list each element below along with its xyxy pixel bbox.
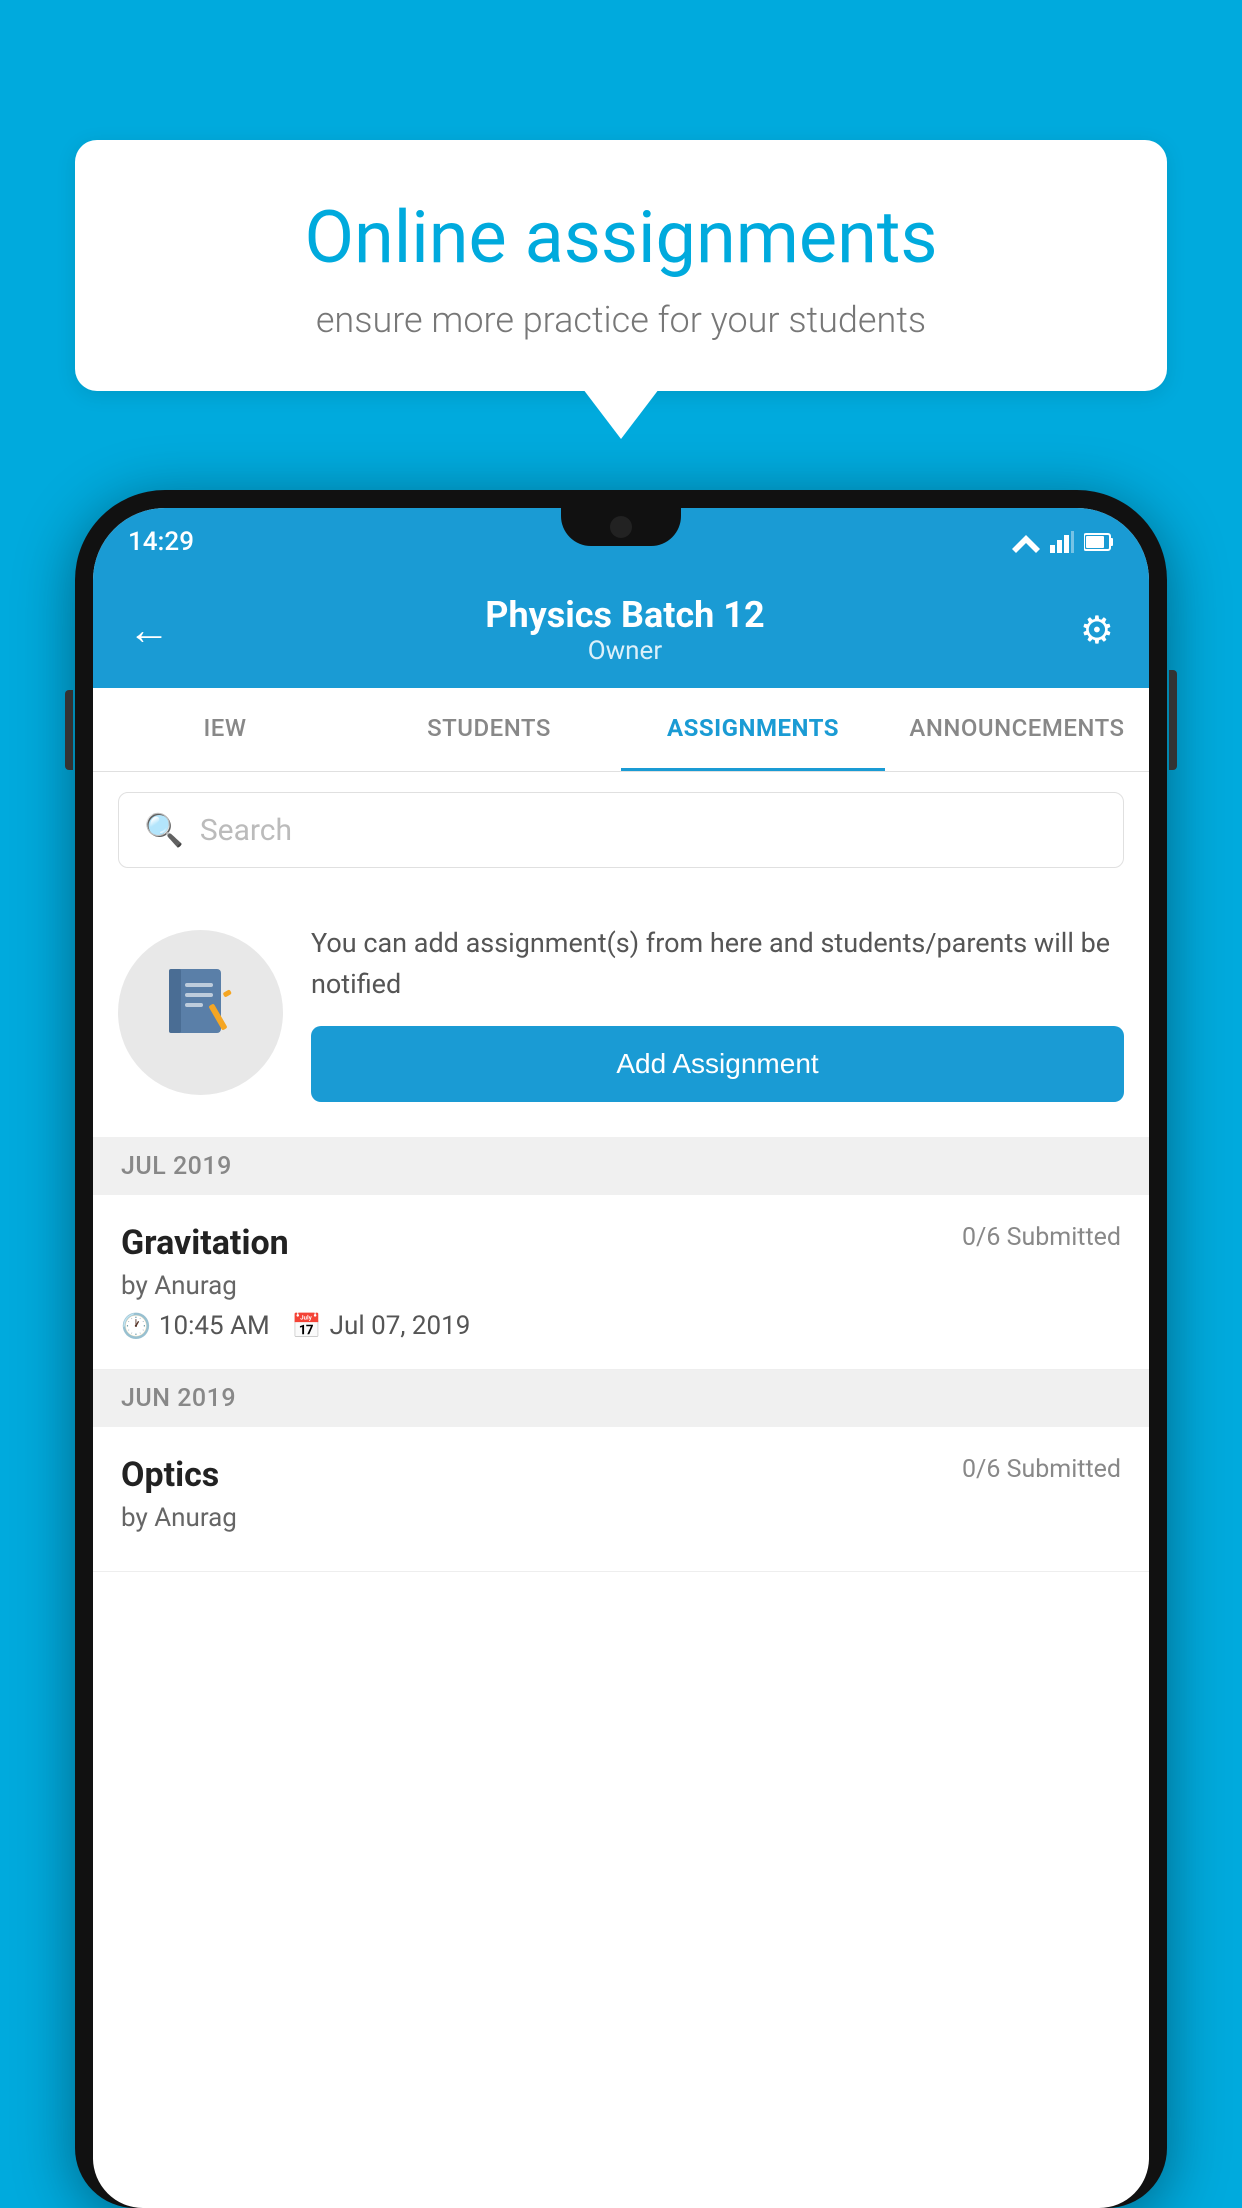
tab-announcements[interactable]: ANNOUNCEMENTS (885, 688, 1149, 771)
promo-content: You can add assignment(s) from here and … (311, 923, 1124, 1102)
assignment-top-optics: Optics 0/6 Submitted (121, 1455, 1121, 1495)
assignment-meta: 🕐 10:45 AM 📅 Jul 07, 2019 (121, 1311, 1121, 1341)
status-time: 14:29 (128, 527, 194, 557)
assignment-title: Gravitation (121, 1223, 289, 1263)
wifi-icon (1012, 531, 1040, 553)
bubble-card: Online assignments ensure more practice … (75, 140, 1167, 391)
status-icons (1012, 531, 1114, 553)
header-subtitle: Owner (485, 636, 764, 666)
promo-section: You can add assignment(s) from here and … (93, 888, 1149, 1138)
search-container: 🔍 Search (93, 772, 1149, 888)
phone-screen: 14:29 ← (93, 508, 1149, 2208)
tab-iew[interactable]: IEW (93, 688, 357, 771)
assignment-submitted: 0/6 Submitted (962, 1223, 1121, 1252)
power-button (1169, 670, 1177, 770)
assignment-date: 📅 Jul 07, 2019 (292, 1311, 471, 1341)
promo-bubble: Online assignments ensure more practice … (75, 140, 1167, 391)
assignment-submitted-optics: 0/6 Submitted (962, 1455, 1121, 1484)
month-divider-jul: JUL 2019 (93, 1138, 1149, 1195)
add-assignment-button[interactable]: Add Assignment (311, 1026, 1124, 1102)
tab-assignments[interactable]: ASSIGNMENTS (621, 688, 885, 771)
clock-icon: 🕐 (121, 1312, 151, 1340)
assignment-time: 🕐 10:45 AM (121, 1311, 270, 1341)
tabs-bar: IEW STUDENTS ASSIGNMENTS ANNOUNCEMENTS (93, 688, 1149, 772)
date-value: Jul 07, 2019 (330, 1311, 471, 1341)
search-bar[interactable]: 🔍 Search (118, 792, 1124, 868)
promo-description: You can add assignment(s) from here and … (311, 923, 1124, 1004)
camera (610, 516, 632, 538)
notch (561, 508, 681, 546)
bubble-title: Online assignments (140, 195, 1102, 281)
search-icon: 🔍 (144, 811, 184, 849)
assignment-icon (161, 963, 241, 1063)
month-divider-jun: JUN 2019 (93, 1370, 1149, 1427)
tab-students[interactable]: STUDENTS (357, 688, 621, 771)
header-title: Physics Batch 12 (485, 594, 764, 636)
battery-icon (1084, 531, 1114, 553)
assignment-by-optics: by Anurag (121, 1503, 1121, 1533)
time-value: 10:45 AM (159, 1311, 270, 1341)
signal-icon (1050, 531, 1074, 553)
app-header: ← Physics Batch 12 Owner ⚙ (93, 576, 1149, 688)
bubble-subtitle: ensure more practice for your students (140, 299, 1102, 341)
phone-frame: 14:29 ← (75, 490, 1167, 2208)
calendar-icon: 📅 (292, 1312, 322, 1340)
status-bar: 14:29 (93, 508, 1149, 576)
header-center: Physics Batch 12 Owner (485, 594, 764, 666)
volume-button (65, 690, 73, 770)
search-placeholder: Search (200, 813, 292, 848)
assignment-title-optics: Optics (121, 1455, 219, 1495)
assignment-by: by Anurag (121, 1271, 1121, 1301)
back-button[interactable]: ← (128, 606, 170, 655)
assignment-gravitation[interactable]: Gravitation 0/6 Submitted by Anurag 🕐 10… (93, 1195, 1149, 1370)
assignment-optics[interactable]: Optics 0/6 Submitted by Anurag (93, 1427, 1149, 1572)
promo-icon-circle (118, 930, 283, 1095)
settings-icon[interactable]: ⚙ (1080, 608, 1114, 653)
notebook-icon (161, 963, 241, 1043)
assignment-top: Gravitation 0/6 Submitted (121, 1223, 1121, 1263)
